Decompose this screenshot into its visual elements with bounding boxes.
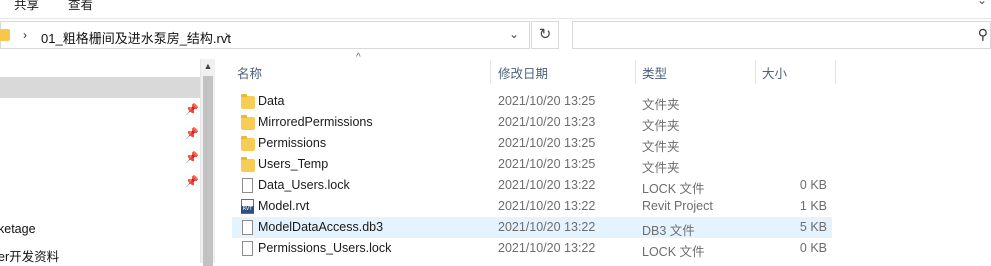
file-modified-date: 2021/10/20 13:23 [498,115,596,129]
search-input[interactable]: ⚲ [572,21,991,49]
ribbon-tab-share[interactable]: 共享 [14,0,39,13]
search-icon[interactable]: ⚲ [978,26,988,43]
file-icon [242,178,253,193]
file-row[interactable]: Data_Users.lock 2021/10/20 13:22 LOCK 文件 0 … [232,175,832,196]
file-modified-date: 2021/10/20 13:25 [498,136,596,150]
file-type: 文件夹 [642,140,680,154]
pin-icon[interactable]: 📌 [185,175,199,188]
sort-ascending-icon: ^ [356,52,361,63]
nav-selected-item[interactable] [0,77,200,98]
folder-icon [0,29,10,41]
breadcrumb-separator[interactable]: › [23,28,27,42]
file-row[interactable]: Users_Temp 2021/10/20 13:25 文件夹 [232,154,832,175]
file-name: ModelDataAccess.db3 [258,220,384,234]
refresh-button[interactable]: ↻ [531,21,559,49]
file-type: LOCK 文件 [642,182,705,196]
column-divider[interactable] [635,60,636,84]
file-row[interactable]: Data 2021/10/20 13:25 文件夹 [232,91,832,112]
file-name: Permissions [258,136,327,150]
column-divider[interactable] [755,60,756,84]
column-divider[interactable] [835,60,836,84]
file-name: Model.rvt [258,199,310,213]
file-type: LOCK 文件 [642,245,705,259]
pin-icon[interactable]: 📌 [185,151,199,164]
folder-icon [241,157,255,172]
nav-item[interactable]: er开发资料 [0,246,59,265]
pin-icon[interactable]: 📌 [185,103,199,116]
file-modified-date: 2021/10/20 13:25 [498,94,596,108]
folder-icon [241,136,255,151]
revit-file-icon: RVT [241,199,254,214]
column-divider[interactable] [490,60,491,84]
nav-item[interactable]: ketage [0,222,36,236]
file-size: 5 KB [799,220,827,234]
file-name: Data_Users.lock [258,178,350,192]
folder-icon [241,94,255,109]
scroll-up-icon[interactable]: ▲ [201,61,215,71]
scrollbar-thumb[interactable] [203,76,213,266]
ribbon: 共享 查看 ⌄ [0,0,991,19]
column-header-type[interactable]: 类型 [642,63,667,82]
breadcrumb-separator[interactable]: › [225,28,229,42]
file-name: Users_Temp [258,157,329,171]
file-row[interactable]: RVT Model.rvt 2021/10/20 13:22 Revit Projec… [232,196,832,217]
file-modified-date: 2021/10/20 13:22 [498,241,596,255]
file-type: DB3 文件 [642,224,695,238]
revit-icon-label: RVT [241,206,254,213]
file-row[interactable]: Permissions 2021/10/20 13:25 文件夹 [232,133,832,154]
navigation-pane: 📌 📌 📌 📌 ketage er开发资料 [0,59,200,265]
file-row[interactable]: ModelDataAccess.db3 2021/10/20 13:22 DB3 文… [232,217,832,238]
file-row[interactable]: Permissions_Users.lock 2021/10/20 13:22 LO… [232,238,832,259]
file-icon [242,241,253,256]
file-modified-date: 2021/10/20 13:22 [498,178,596,192]
file-size: 0 KB [799,241,827,255]
chevron-down-icon[interactable]: ⌄ [509,27,519,41]
file-name: Permissions_Users.lock [258,241,392,255]
file-modified-date: 2021/10/20 13:22 [498,199,596,213]
file-modified-date: 2021/10/20 13:25 [498,157,596,171]
file-modified-date: 2021/10/20 13:22 [498,220,596,234]
ribbon-tab-view[interactable]: 查看 [68,0,93,13]
file-type: 文件夹 [642,98,680,112]
file-icon [242,220,253,235]
file-name: MirroredPermissions [258,115,373,129]
column-header-size[interactable]: 大小 [762,63,787,82]
file-row[interactable]: MirroredPermissions 2021/10/20 13:23 文件夹 [232,112,832,133]
pin-icon[interactable]: 📌 [185,127,199,140]
refresh-icon: ↻ [538,26,552,43]
file-name: Data [258,94,285,108]
column-header-date[interactable]: 修改日期 [498,63,548,82]
breadcrumb-current-folder[interactable]: 01_粗格栅间及进水泵房_结构.rvt [41,28,231,47]
file-size: 1 KB [799,199,827,213]
file-type: 文件夹 [642,161,680,175]
chevron-down-icon[interactable]: ⌄ [977,0,987,7]
column-header-name[interactable]: 名称 [237,63,262,82]
folder-icon [241,115,255,130]
file-type: Revit Project [642,199,713,213]
file-type: 文件夹 [642,119,680,133]
nav-scrollbar[interactable]: ▲ [200,59,215,266]
file-size: 0 KB [799,178,827,192]
address-bar[interactable]: › 01_粗格栅间及进水泵房_结构.rvt › ⌄ [0,21,530,49]
